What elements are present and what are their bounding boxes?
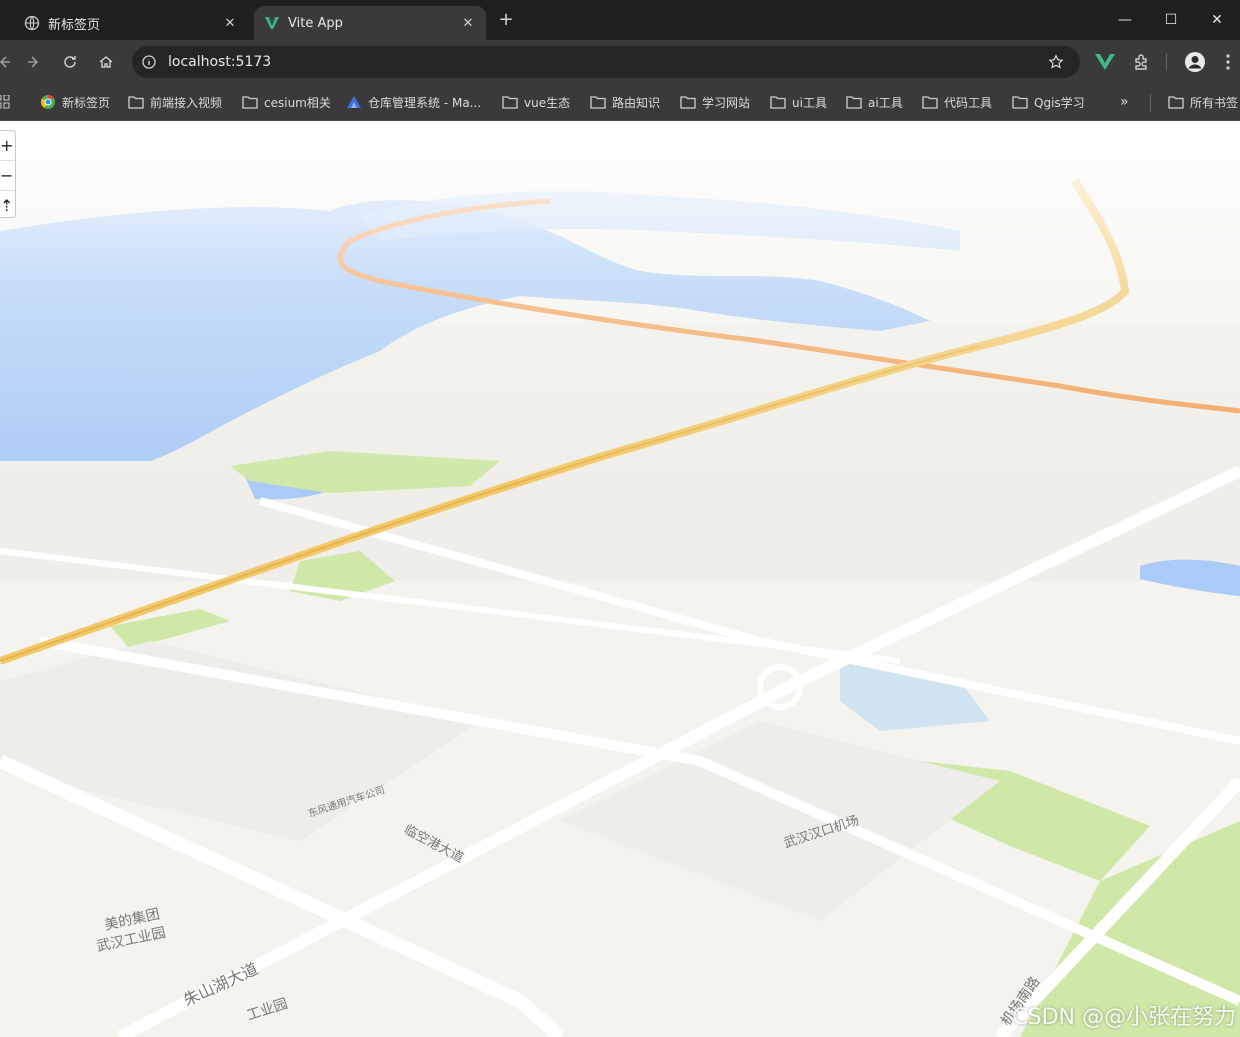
toolbar-divider xyxy=(1166,53,1167,71)
folder-icon xyxy=(846,94,862,110)
close-tab-icon[interactable]: ✕ xyxy=(460,15,476,31)
map-graphics xyxy=(0,121,1240,1037)
bookmark-folder[interactable]: 前端接入视频 xyxy=(128,92,222,112)
vue-devtools-extension-icon[interactable] xyxy=(1094,48,1116,76)
bookmark-folder[interactable]: ai工具 xyxy=(846,92,903,112)
bookmark-label: ai工具 xyxy=(868,95,903,110)
bookmarks-divider xyxy=(1150,94,1151,112)
bookmark-label: 路由知识 xyxy=(612,95,661,110)
folder-icon xyxy=(502,94,518,110)
app-logo-icon xyxy=(346,94,362,110)
folder-icon xyxy=(1168,94,1184,110)
tab-vite-app[interactable]: Vite App ✕ xyxy=(254,6,486,40)
bookmark-folder[interactable]: 学习网站 xyxy=(680,92,750,112)
compass-reset-button[interactable]: ⇡ xyxy=(0,191,15,220)
bookmark-folder[interactable]: ui工具 xyxy=(770,92,827,112)
tab-strip: 新标签页 ✕ Vite App ✕ + — ☐ ✕ xyxy=(0,0,1240,40)
minimize-icon[interactable]: — xyxy=(1102,0,1148,40)
bookmark-label: ui工具 xyxy=(792,95,827,110)
bookmarks-overflow-button[interactable]: » xyxy=(1120,92,1129,112)
folder-icon xyxy=(590,94,606,110)
bookmark-label: Qgis学习 xyxy=(1034,95,1085,110)
window-close-icon[interactable]: ✕ xyxy=(1194,0,1240,40)
folder-icon xyxy=(680,94,696,110)
bookmark-folder[interactable]: cesium相关 xyxy=(242,92,331,112)
bookmark-star-icon[interactable] xyxy=(1046,52,1066,72)
atmosphere-haze xyxy=(0,121,1240,1037)
browser-chrome: 新标签页 ✕ Vite App ✕ + — ☐ ✕ localhost:5173… xyxy=(0,0,1240,121)
bookmark-label: vue生态 xyxy=(524,95,571,110)
site-info-icon[interactable] xyxy=(140,53,158,71)
window-controls: — ☐ ✕ xyxy=(1102,0,1240,40)
apps-grid-icon[interactable] xyxy=(0,92,10,112)
browser-toolbar: localhost:5173 xyxy=(0,40,1240,84)
bookmark-label: 代码工具 xyxy=(944,95,993,110)
profile-avatar-icon[interactable] xyxy=(1184,48,1206,76)
maximize-icon[interactable]: ☐ xyxy=(1148,0,1194,40)
forward-icon[interactable] xyxy=(22,50,46,74)
bookmark-label: cesium相关 xyxy=(264,95,331,110)
bookmark-label: 新标签页 xyxy=(62,95,111,110)
tab-title: 新标签页 xyxy=(48,17,101,33)
bookmark-label: 所有书签 xyxy=(1190,95,1239,110)
new-tab-button[interactable]: + xyxy=(496,10,516,30)
zoom-in-button[interactable]: + xyxy=(0,131,15,161)
folder-icon xyxy=(922,94,938,110)
folder-icon xyxy=(770,94,786,110)
bookmark-folder[interactable]: vue生态 xyxy=(502,92,570,112)
bookmark-folder[interactable]: 代码工具 xyxy=(922,92,992,112)
back-icon[interactable] xyxy=(0,50,16,74)
bookmark-label: 仓库管理系统 - Ma... xyxy=(368,95,482,110)
home-icon[interactable] xyxy=(94,50,118,74)
url-text: localhost:5173 xyxy=(168,54,272,70)
globe-icon xyxy=(24,15,40,31)
bookmark-item[interactable]: 仓库管理系统 - Ma... xyxy=(346,92,481,112)
close-tab-icon[interactable]: ✕ xyxy=(222,15,238,31)
zoom-out-button[interactable]: − xyxy=(0,161,15,191)
tab-new-tab[interactable]: 新标签页 ✕ xyxy=(0,6,248,40)
bookmark-folder[interactable]: Qgis学习 xyxy=(1012,92,1085,112)
all-bookmarks-folder[interactable]: 所有书签 xyxy=(1168,92,1238,112)
folder-icon xyxy=(128,94,144,110)
menu-kebab-icon[interactable] xyxy=(1224,48,1232,76)
map-canvas[interactable]: 朱山湖大道 工业园 美的集团 武汉工业园 武汉汉口机场 东风通用汽车公司 临空港… xyxy=(0,121,1240,1037)
address-bar[interactable]: localhost:5173 xyxy=(132,46,1080,78)
map-navigation-controls: + − ⇡ xyxy=(0,130,16,218)
bookmark-label: 前端接入视频 xyxy=(150,95,223,110)
folder-icon xyxy=(1012,94,1028,110)
bookmarks-bar: 新标签页 前端接入视频 cesium相关 仓库管理系统 - Ma... vue生… xyxy=(0,84,1240,121)
bookmark-folder[interactable]: 路由知识 xyxy=(590,92,660,112)
watermark: CSDN @@小张在努力 xyxy=(1012,1005,1236,1030)
tab-title: Vite App xyxy=(288,15,343,31)
bookmark-label: 学习网站 xyxy=(702,95,751,110)
extensions-icon[interactable] xyxy=(1132,48,1152,76)
chrome-icon xyxy=(40,94,56,110)
folder-icon xyxy=(242,94,258,110)
bookmark-item[interactable]: 新标签页 xyxy=(40,92,110,112)
vite-logo-icon xyxy=(264,15,280,31)
reload-icon[interactable] xyxy=(58,50,82,74)
